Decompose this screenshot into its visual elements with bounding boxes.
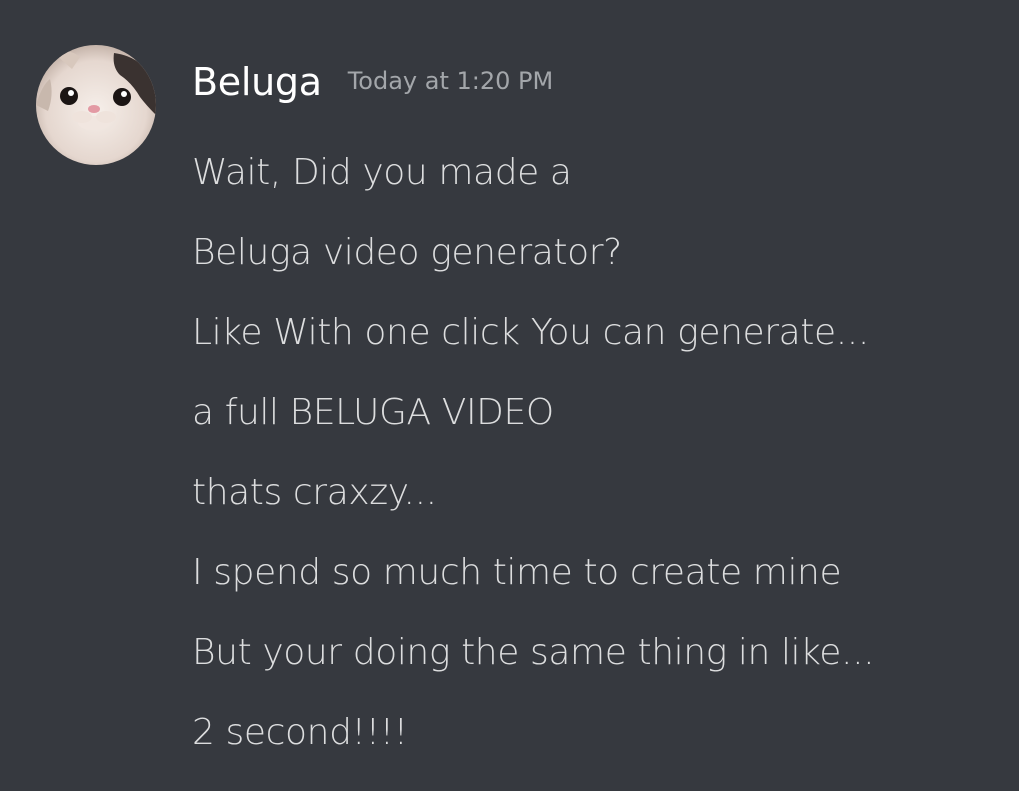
message-content: Wait, Did you made a Beluga video genera… [192, 133, 1007, 773]
message-line: thats craxzy... [192, 472, 437, 513]
message-line: Like With one click You can generate... [192, 312, 869, 353]
message-line: Beluga video generator? [192, 232, 622, 273]
message-line: a full BELUGA VIDEO [192, 392, 554, 433]
message-line: I spend so much time to create mine [192, 552, 842, 593]
beluga-cat-avatar-icon[interactable] [36, 45, 156, 165]
message-line: But your doing the same thing in like... [192, 632, 875, 673]
chat-message: Beluga Today at 1:20 PM Wait, Did you ma… [0, 0, 1019, 791]
message-header: Beluga Today at 1:20 PM [192, 60, 553, 114]
message-line: Wait, Did you made a [192, 152, 572, 193]
username[interactable]: Beluga [192, 60, 322, 104]
message-line: 2 second!!!! [192, 712, 408, 753]
timestamp: Today at 1:20 PM [347, 67, 554, 95]
